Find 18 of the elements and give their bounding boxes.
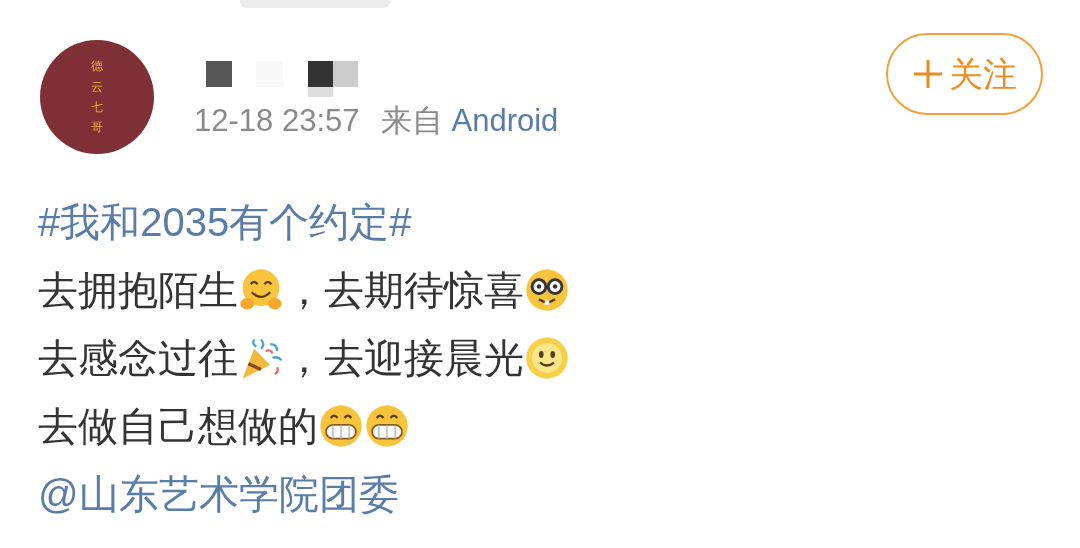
source-label: 来自 (381, 102, 444, 140)
post-text: 去感念过往 (38, 335, 238, 382)
grinning-face-icon (364, 403, 410, 449)
post-text: ，去迎接晨光 (284, 335, 524, 382)
post-text: 去拥抱陌生 (38, 267, 238, 314)
follow-button[interactable]: 关注 (886, 33, 1043, 115)
post-text: ，去期待惊喜 (284, 267, 524, 314)
nerd-face-icon (524, 267, 570, 313)
post-link[interactable]: @山东艺术学院团委 (38, 460, 399, 528)
grinning-face-icon (318, 403, 364, 449)
smiling-sun-icon (524, 335, 570, 381)
plus-icon (912, 59, 943, 89)
post-text: 去做自己想做的 (38, 403, 318, 450)
post-time: 12-18 23:57 (194, 102, 360, 140)
avatar-text: 德云七哥 (91, 58, 103, 137)
avatar[interactable]: 德云七哥 (40, 40, 154, 154)
post-link[interactable]: #我和2035有个约定# (38, 188, 412, 256)
source-link[interactable]: Android (451, 98, 559, 145)
